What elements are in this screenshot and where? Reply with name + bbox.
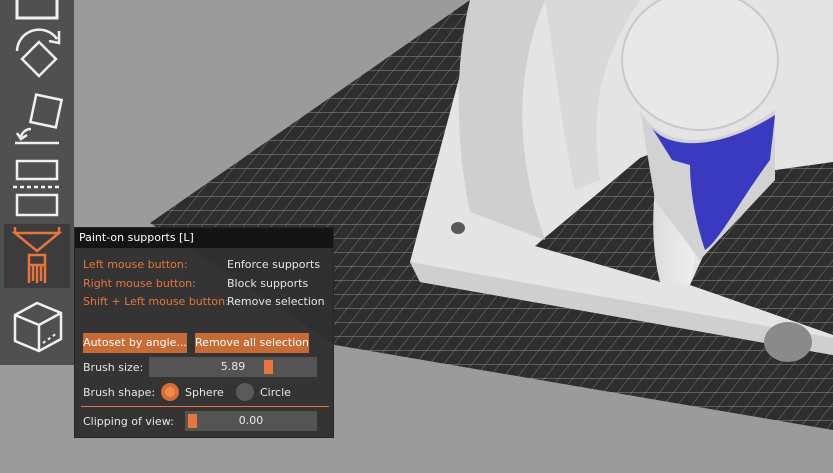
hint-left-mouse-action: Enforce supports (227, 258, 321, 271)
paint-supports-panel: Paint-on supports [L] Left mouse button:… (74, 227, 334, 438)
brush-size-slider[interactable]: 5.89 (149, 357, 317, 377)
seam-icon (13, 301, 63, 353)
hint-right-mouse-action: Block supports (227, 277, 309, 290)
remove-all-selection-button[interactable]: Remove all selection (195, 333, 309, 353)
place-on-face-tool-button[interactable] (4, 88, 70, 152)
autoset-by-angle-button[interactable]: Autoset by angle... (83, 333, 187, 353)
clipping-of-view-label: Clipping of view: (83, 415, 174, 428)
panel-title: Paint-on supports [L] (75, 228, 333, 248)
panel-separator (81, 406, 329, 407)
rotate-icon (15, 28, 61, 78)
hint-left-mouse-key: Left mouse button: (83, 258, 188, 271)
brush-size-label: Brush size: (83, 361, 144, 374)
rotate-tool-button[interactable] (4, 20, 70, 84)
sphere-radio[interactable] (161, 383, 179, 401)
paint-supports-icon (11, 227, 63, 283)
circle-option-label: Circle (260, 386, 291, 399)
gizmo-toolbar (0, 0, 74, 365)
cut-icon (13, 159, 61, 217)
seam-tool-button[interactable] (4, 294, 70, 358)
clipping-of-view-slider[interactable]: 0.00 (185, 411, 317, 431)
hint-right-mouse-key: Right mouse button: (83, 277, 196, 290)
brush-size-slider-handle[interactable] (264, 360, 274, 374)
place-on-face-icon (15, 93, 64, 145)
paint-supports-tool-button[interactable] (4, 224, 70, 288)
circle-radio[interactable] (236, 383, 254, 401)
cut-tool-button[interactable] (4, 156, 70, 220)
brush-size-value: 5.89 (220, 360, 246, 373)
hint-shift-left-mouse-action: Remove selection (227, 295, 325, 308)
clipping-of-view-value: 0.00 (238, 414, 264, 427)
hint-shift-left-mouse-key: Shift + Left mouse button: (83, 295, 229, 308)
model-top (621, 0, 779, 131)
brush-shape-label: Brush shape: (83, 386, 156, 399)
sphere-option-label: Sphere (185, 386, 224, 399)
clipping-of-view-slider-handle[interactable] (188, 414, 197, 428)
